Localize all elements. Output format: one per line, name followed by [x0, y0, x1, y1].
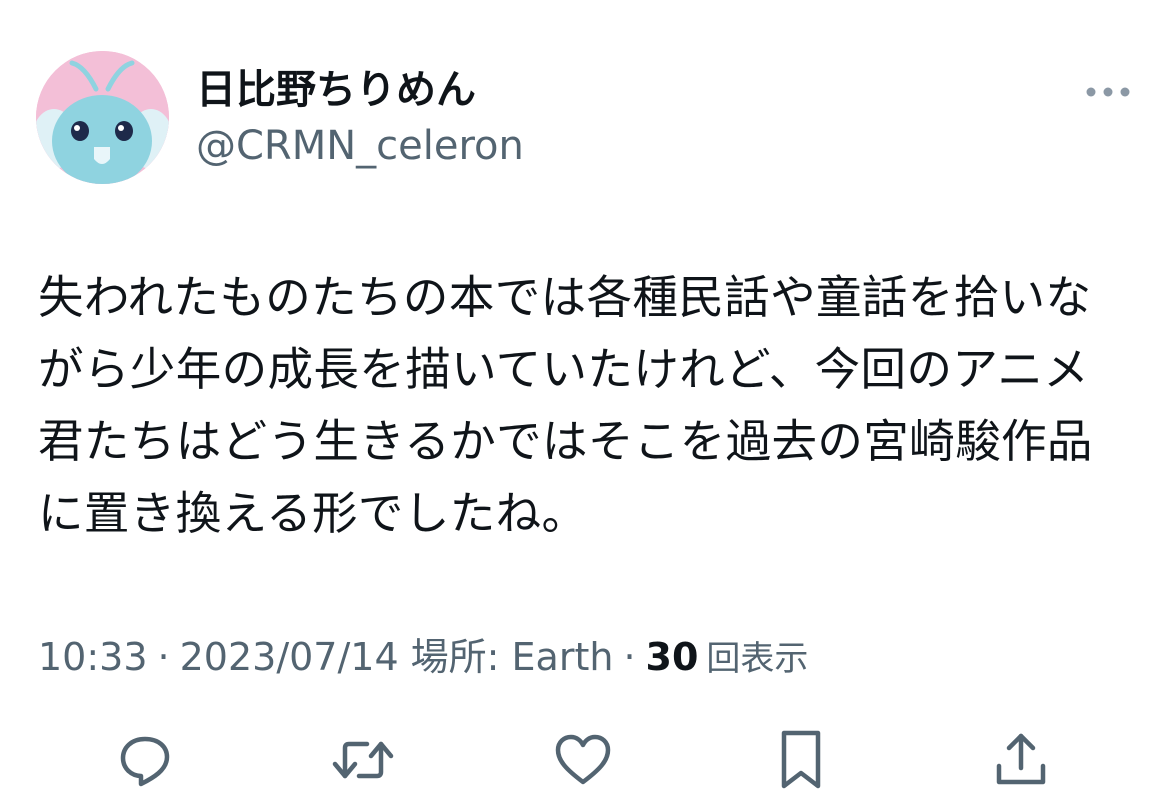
avatar[interactable] [36, 51, 169, 184]
tweet-text: 失われたものたちの本では各種民話や童話を拾いな がら少年の成長を描いていたけれど… [38, 262, 1138, 550]
tweet-card: 日比野ちりめん @CRMN_celeron 失われたものたちの本では各種民話や童… [0, 0, 1170, 805]
tweet-date[interactable]: 2023/07/14 [180, 632, 399, 682]
display-name[interactable]: 日比野ちりめん [196, 64, 476, 116]
reply-button[interactable] [110, 725, 180, 795]
tweet-text-line: がら少年の成長を描いていたけれど、今回のアニメ [38, 343, 1090, 396]
heart-icon [555, 734, 611, 785]
tweet-location: 場所: Earth [410, 635, 614, 679]
meta-separator: · [157, 635, 170, 679]
share-button[interactable] [986, 725, 1056, 795]
views-label: 回表示 [706, 639, 809, 679]
bookmark-button[interactable] [766, 725, 836, 795]
tweet-text-line: 失われたものたちの本では各種民話や童話を拾いな [38, 271, 1092, 324]
more-horizontal-icon [1086, 87, 1130, 97]
retweet-icon [332, 741, 394, 779]
retweet-button[interactable] [328, 725, 398, 795]
user-handle[interactable]: @CRMN_celeron [196, 120, 524, 172]
action-bar [0, 725, 1170, 795]
bookmark-icon [781, 730, 821, 789]
meta-separator: · [623, 635, 636, 679]
tweet-time[interactable]: 10:33 [38, 632, 148, 682]
reply-icon [120, 736, 170, 787]
tweet-meta: 10:33 · 2023/07/14 場所: Earth · 30 回表示 [38, 632, 808, 684]
tweet-text-line: に置き換える形でしたね。 [38, 487, 588, 540]
more-options-button[interactable] [1080, 72, 1136, 112]
views-count[interactable]: 30 [646, 632, 699, 682]
like-button[interactable] [548, 725, 618, 795]
bird-character-avatar-icon [36, 51, 169, 184]
share-icon [996, 733, 1046, 785]
tweet-text-line: 君たちはどう生きるかではそこを過去の宮崎駿作品 [38, 415, 1093, 468]
